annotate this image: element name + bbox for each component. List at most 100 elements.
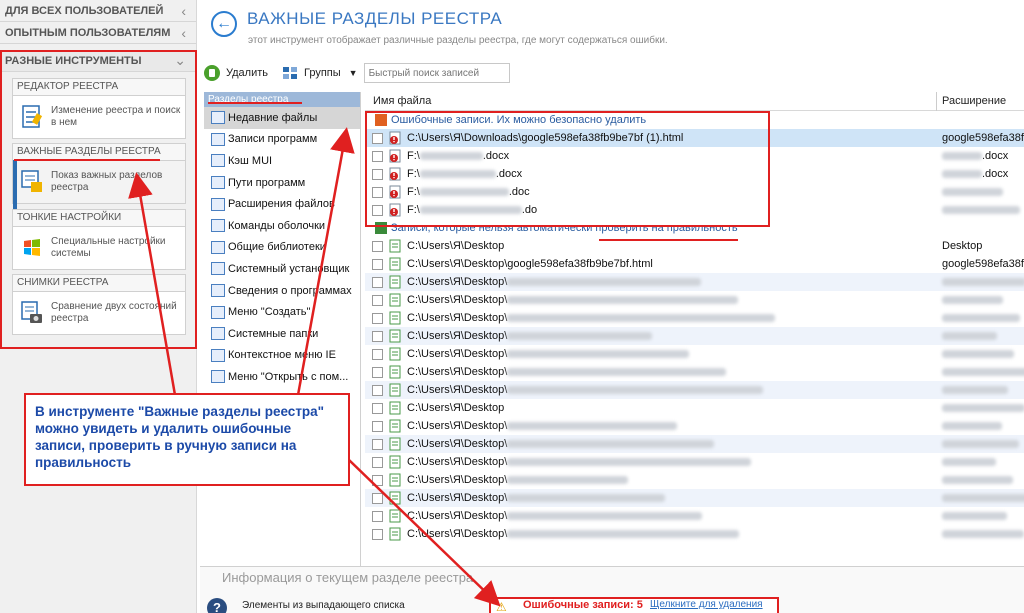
column-filename[interactable]: Имя файла <box>373 95 431 107</box>
table-row[interactable]: C:\Users\Я\Desktop\ <box>365 489 1024 507</box>
section-item[interactable]: Меню "Создать" <box>204 301 360 323</box>
file-icon <box>389 293 402 307</box>
table-row[interactable]: C:\Users\Я\Desktop\ <box>365 435 1024 453</box>
table-row[interactable]: C:\Users\Я\Desktop\google598efa38fb9be7b… <box>365 255 1024 273</box>
file-icon <box>389 311 402 325</box>
row-extension: .docx <box>942 168 1008 180</box>
page-title: ВАЖНЫЕ РАЗДЕЛЫ РЕЕСТРА <box>247 9 503 28</box>
section-icon <box>211 370 225 384</box>
table-row[interactable]: C:\Users\Я\Desktop\ <box>365 345 1024 363</box>
section-item[interactable]: Недавние файлы <box>204 107 360 129</box>
section-label: Сведения о программах <box>228 284 352 297</box>
grid-header: Имя файла Расширение <box>365 92 1024 111</box>
redacted-text <box>942 404 1024 413</box>
section-icon <box>211 219 225 233</box>
row-checkbox[interactable] <box>372 456 383 468</box>
section-item[interactable]: Системный установщик <box>204 258 360 280</box>
row-extension <box>942 312 1020 324</box>
section-label: Меню "Создать" <box>228 306 311 319</box>
redacted-text <box>942 314 1020 323</box>
table-row[interactable]: C:\Users\Я\Desktop\ <box>365 525 1024 543</box>
table-row[interactable]: C:\Users\Я\Desktop\ <box>365 291 1024 309</box>
row-checkbox[interactable] <box>372 492 383 504</box>
row-checkbox[interactable] <box>372 294 383 306</box>
redacted-text <box>942 386 1008 395</box>
group-advanced-users[interactable]: ОПЫТНЫМ ПОЛЬЗОВАТЕЛЯМ ‹ <box>0 22 196 44</box>
row-checkbox[interactable] <box>372 384 383 396</box>
row-checkbox[interactable] <box>372 240 383 252</box>
dropdown-arrow-icon[interactable]: ▼ <box>349 68 358 78</box>
section-item[interactable]: Меню "Открыть с пом... <box>204 366 360 388</box>
row-extension <box>942 492 1024 504</box>
file-icon <box>389 383 402 397</box>
row-extension: Desktop <box>942 240 982 252</box>
row-checkbox[interactable] <box>372 330 383 342</box>
group-all-users[interactable]: ДЛЯ ВСЕХ ПОЛЬЗОВАТЕЛЕЙ ‹ <box>0 0 196 22</box>
table-row[interactable]: C:\Users\Я\Desktop\ <box>365 327 1024 345</box>
column-separator[interactable] <box>936 92 937 111</box>
row-checkbox[interactable] <box>372 510 383 522</box>
table-row[interactable]: C:\Users\Я\Desktop\ <box>365 417 1024 435</box>
section-item[interactable]: Пути программ <box>204 172 360 194</box>
row-checkbox[interactable] <box>372 474 383 486</box>
section-label: Системный установщик <box>228 262 350 275</box>
file-icon <box>389 491 402 505</box>
table-row[interactable]: C:\Users\Я\Desktop\ <box>365 273 1024 291</box>
section-item[interactable]: Расширения файлов <box>204 193 360 215</box>
section-item[interactable]: Системные папки <box>204 323 360 345</box>
row-checkbox[interactable] <box>372 312 383 324</box>
section-icon <box>211 305 225 319</box>
file-icon <box>389 419 402 433</box>
section-item[interactable]: Кэш MUI <box>204 150 360 172</box>
row-checkbox[interactable] <box>372 258 383 270</box>
row-checkbox[interactable] <box>372 438 383 450</box>
column-extension[interactable]: Расширение <box>942 95 1006 107</box>
warning-icon: ⚠ <box>496 600 507 613</box>
quick-search-input[interactable] <box>363 63 510 83</box>
redacted-text <box>942 278 1024 287</box>
row-checkbox[interactable] <box>372 348 383 360</box>
row-extension: google598efa38f <box>942 132 1024 144</box>
file-icon <box>389 239 402 253</box>
row-path: C:\Users\Я\Desktop <box>407 402 505 414</box>
redacted-text <box>507 350 690 358</box>
row-extension <box>942 204 1020 216</box>
table-row[interactable]: C:\Users\Я\Desktop\ <box>365 453 1024 471</box>
table-row[interactable]: C:\Users\Я\Desktop\ <box>365 507 1024 525</box>
section-item[interactable]: Контекстное меню IE <box>204 345 360 367</box>
chevron-left-icon: ‹ <box>181 24 186 41</box>
redacted-text <box>942 512 1007 521</box>
section-item[interactable]: Команды оболочки <box>204 215 360 237</box>
row-path: C:\Users\Я\Desktop\ <box>407 474 508 486</box>
redacted-text <box>507 386 764 394</box>
row-checkbox[interactable] <box>372 402 383 414</box>
chevron-left-icon: ‹ <box>181 2 186 19</box>
section-label: Контекстное меню IE <box>228 349 336 362</box>
info-item-text: Элементы из выпадающего списка <box>242 600 405 611</box>
groups-label: Группы <box>304 67 341 79</box>
row-checkbox[interactable] <box>372 528 383 540</box>
row-checkbox[interactable] <box>372 366 383 378</box>
extension-text: google598efa38f <box>942 132 1024 144</box>
table-row[interactable]: C:\Users\Я\Desktop\ <box>365 471 1024 489</box>
table-row[interactable]: C:\Users\Я\Desktop\ <box>365 381 1024 399</box>
table-row[interactable]: C:\Users\Я\Desktop\ <box>365 363 1024 381</box>
section-label: Меню "Открыть с пом... <box>228 370 349 383</box>
section-item[interactable]: Сведения о программах <box>204 280 360 302</box>
delete-errors-link[interactable]: Щелкните для удаления <box>650 599 763 610</box>
row-path: C:\Users\Я\Desktop\ <box>407 312 508 324</box>
section-icon <box>211 176 225 190</box>
row-extension <box>942 330 997 342</box>
section-icon <box>211 154 225 168</box>
row-checkbox[interactable] <box>372 276 383 288</box>
delete-button[interactable]: Удалить <box>204 65 268 81</box>
table-row[interactable]: C:\Users\Я\Desktop <box>365 399 1024 417</box>
section-item[interactable]: Записи программ <box>204 129 360 151</box>
groups-button[interactable]: Группы <box>282 65 341 81</box>
file-icon <box>389 509 402 523</box>
file-icon <box>389 275 402 289</box>
table-row[interactable]: C:\Users\Я\Desktop\ <box>365 309 1024 327</box>
row-checkbox[interactable] <box>372 420 383 432</box>
section-item[interactable]: Общие библиотеки <box>204 237 360 259</box>
back-button[interactable]: ← <box>211 11 237 37</box>
